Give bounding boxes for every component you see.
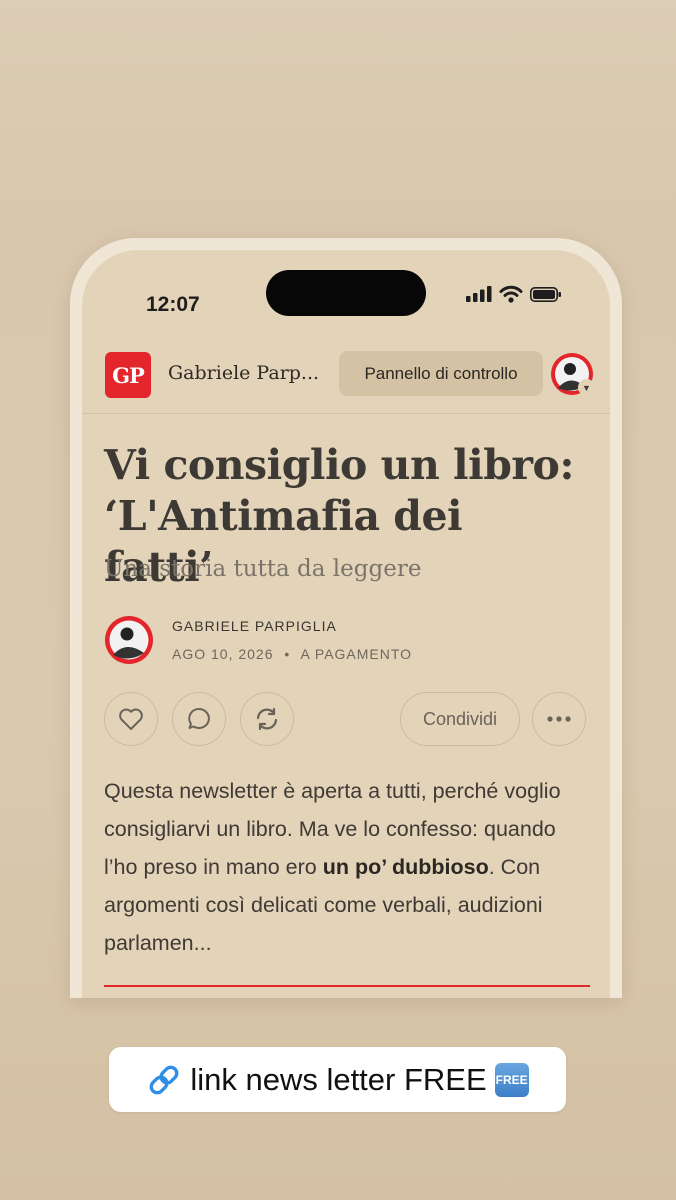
comment-button[interactable] [172, 692, 226, 746]
status-time: 12:07 [146, 293, 200, 316]
battery-icon [530, 286, 561, 302]
like-button[interactable] [104, 692, 158, 746]
post-body: Questa newsletter è aperta a tutti, perc… [104, 772, 594, 962]
publication-logo[interactable]: GP [105, 352, 151, 398]
author-name[interactable]: GABRIELE PARPIGLIA [172, 618, 337, 634]
more-icon [547, 716, 571, 722]
publication-header: GP Gabriele Parp... Pannello di controll… [82, 338, 610, 414]
chevron-down-icon[interactable]: ▼ [578, 379, 595, 396]
heart-icon [119, 708, 143, 730]
author-avatar[interactable] [104, 615, 154, 665]
wifi-icon [499, 285, 523, 303]
publication-name[interactable]: Gabriele Parp... [168, 362, 319, 384]
post-date: AGO 10, 2026 [172, 646, 274, 662]
link-sticker[interactable]: link news letter FREE FREE [109, 1047, 566, 1112]
link-icon [149, 1065, 179, 1094]
post-meta: AGO 10, 2026 • A PAGAMENTO [172, 646, 412, 662]
dashboard-button[interactable]: Pannello di controllo [339, 351, 543, 396]
logo-text: GP [112, 362, 145, 388]
restack-button[interactable] [240, 692, 294, 746]
comment-icon [188, 707, 210, 729]
restack-icon [256, 707, 278, 731]
dynamic-island [266, 270, 426, 316]
phone-frame: 12:07 GP Gabriele Parp... Pannello di co… [70, 238, 622, 998]
paywall-divider [104, 985, 590, 987]
link-sticker-text: link news letter FREE [190, 1061, 487, 1097]
free-badge-text: FREE [495, 1072, 528, 1087]
status-icons [466, 285, 562, 303]
phone-screen: 12:07 GP Gabriele Parp... Pannello di co… [82, 250, 610, 998]
post-subtitle: Una storia tutta da leggere [104, 556, 422, 582]
signal-icon [466, 286, 492, 302]
share-button[interactable]: Condividi [400, 692, 520, 746]
meta-separator: • [284, 646, 291, 662]
free-badge-icon: FREE [494, 1062, 529, 1097]
body-bold-text: un po’ dubbioso [322, 855, 489, 879]
more-button[interactable] [532, 692, 586, 746]
post-access: A PAGAMENTO [300, 646, 413, 662]
